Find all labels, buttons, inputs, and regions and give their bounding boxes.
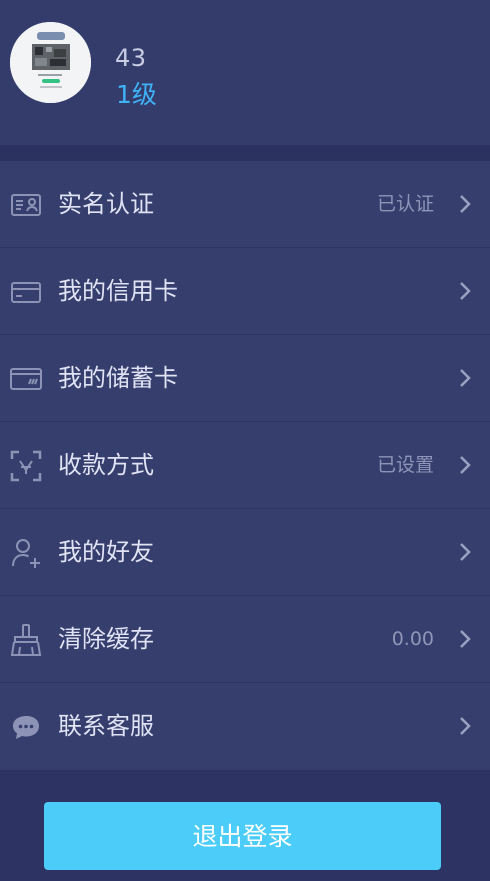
credit-card-icon (11, 282, 41, 303)
chevron-right-icon (460, 456, 471, 474)
chevron-right-icon (460, 630, 471, 648)
payment-method-icon (10, 450, 42, 482)
menu-item-label: 实名认证 (58, 190, 154, 218)
chat-bubble-icon (13, 716, 39, 739)
user-level: 1级 (116, 80, 157, 109)
menu-item-clear-cache[interactable]: 清除缓存 0.00 (0, 596, 490, 683)
logout-section: 退出登录 (0, 770, 490, 881)
menu-item-label: 我的好友 (58, 538, 154, 566)
add-friend-icon (12, 539, 40, 568)
cache-size: 0.00 (391, 628, 434, 650)
menu-item-label: 联系客服 (58, 712, 154, 740)
avatar-image (10, 22, 91, 103)
menu-item-label: 我的信用卡 (58, 277, 178, 305)
id-card-icon (11, 194, 41, 216)
menu-item-debit-card[interactable]: 我的储蓄卡 (0, 335, 490, 422)
payment-status: 已设置 (376, 454, 434, 476)
menu-item-label: 清除缓存 (58, 625, 154, 653)
section-divider (0, 145, 490, 161)
chevron-right-icon (460, 369, 471, 387)
menu-item-my-friends[interactable]: 我的好友 (0, 509, 490, 596)
profile-header: 43 1级 (0, 0, 490, 145)
menu-item-contact-support[interactable]: 联系客服 (0, 683, 490, 770)
chevron-right-icon (460, 195, 471, 213)
avatar[interactable] (10, 22, 91, 103)
menu-item-credit-card[interactable]: 我的信用卡 (0, 248, 490, 335)
chevron-right-icon (460, 282, 471, 300)
menu-item-real-name-verification[interactable]: 实名认证 已认证 (0, 161, 490, 248)
settings-menu: 实名认证 已认证 我的信用卡 我的储蓄卡 收款方式 已设置 我的好友 清除缓存 … (0, 161, 490, 770)
verification-status: 已认证 (376, 193, 434, 215)
chevron-right-icon (460, 717, 471, 735)
user-id: 43 (115, 44, 147, 72)
logout-button[interactable]: 退出登录 (44, 802, 441, 870)
chevron-right-icon (460, 543, 471, 561)
debit-card-icon (10, 368, 42, 390)
menu-item-label: 收款方式 (58, 451, 154, 479)
broom-icon (10, 624, 42, 656)
menu-item-label: 我的储蓄卡 (58, 364, 178, 392)
menu-item-payment-method[interactable]: 收款方式 已设置 (0, 422, 490, 509)
